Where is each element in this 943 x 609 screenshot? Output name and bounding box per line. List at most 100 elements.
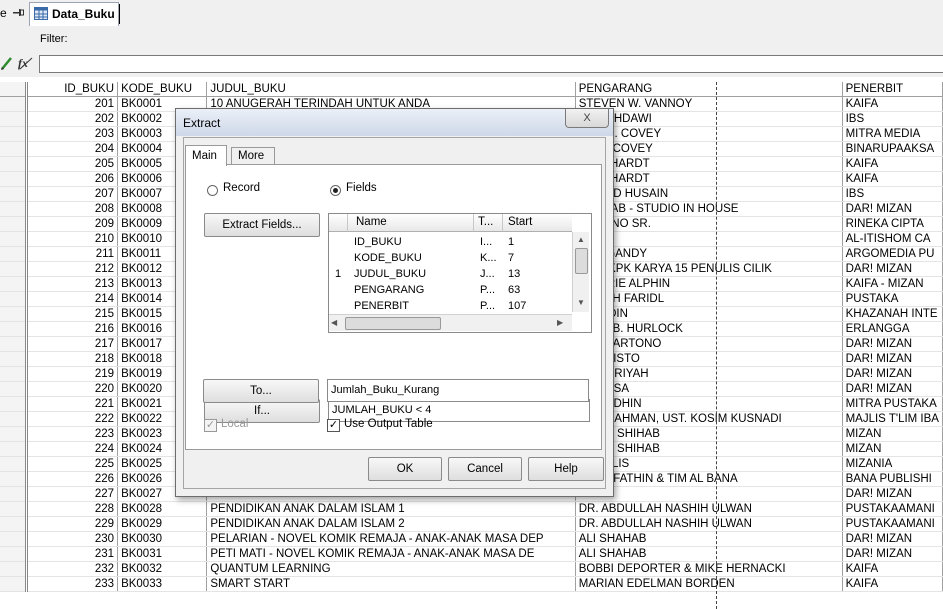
- cell-penerbit[interactable]: DAR! MIZAN: [842, 486, 943, 502]
- tab-more[interactable]: More: [231, 147, 275, 165]
- row-header[interactable]: [0, 231, 28, 247]
- row-header[interactable]: [0, 516, 28, 532]
- row-header[interactable]: [0, 246, 28, 262]
- cell-pengarang[interactable]: Y HURRIYAH: [575, 366, 843, 382]
- cell-penerbit[interactable]: DAR! MIZAN: [842, 531, 943, 547]
- row-header[interactable]: [0, 111, 28, 127]
- to-table-field[interactable]: Jumlah_Buku_Kurang: [327, 379, 589, 402]
- cell-penerbit[interactable]: ERLANGGA: [842, 321, 943, 337]
- vertical-scroll-thumb[interactable]: [575, 248, 588, 274]
- cell-pengarang[interactable]: AN ARISTO: [575, 351, 843, 367]
- table-row[interactable]: 231 BK0031 PETI MATI - NOVEL KOMIK REMAJA …: [0, 546, 943, 562]
- row-header[interactable]: [0, 216, 28, 232]
- cell-kode-buku[interactable]: BK0030: [117, 531, 208, 547]
- cell-pengarang[interactable]: SHAHAB - STUDIO IN HOUSE: [575, 201, 843, 217]
- row-header[interactable]: [0, 306, 28, 322]
- row-header[interactable]: [0, 396, 28, 412]
- cell-judul-buku[interactable]: PENDIDIKAN ANAK DALAM ISLAM 1: [206, 501, 576, 517]
- cell-id-buku[interactable]: 210: [26, 231, 119, 247]
- cell-kode-buku[interactable]: BK0028: [117, 501, 208, 517]
- cell-penerbit[interactable]: KAIFA: [842, 561, 943, 577]
- tab-main[interactable]: Main: [185, 145, 227, 166]
- cell-penerbit[interactable]: DAR! MIZAN: [842, 201, 943, 217]
- cell-pengarang[interactable]: UZIL ADHIN: [575, 396, 843, 412]
- cell-penerbit[interactable]: BANA PUBLISHI: [842, 471, 943, 487]
- cell-id-buku[interactable]: 209: [26, 216, 119, 232]
- cell-id-buku[interactable]: 206: [26, 171, 119, 187]
- cell-kode-buku[interactable]: BK0029: [117, 516, 208, 532]
- cell-id-buku[interactable]: 208: [26, 201, 119, 217]
- column-header-judul-buku[interactable]: JUDUL_BUKU: [206, 82, 576, 97]
- cell-penerbit[interactable]: BINARUPAAKSA: [842, 141, 943, 157]
- edit-filter-icon[interactable]: [0, 55, 14, 71]
- cell-id-buku[interactable]: 223: [26, 426, 119, 442]
- row-header[interactable]: [0, 501, 28, 517]
- fields-listview[interactable]: Name T... Start ID_BUKU I... 1 KODE_BUKU K..…: [328, 213, 592, 333]
- cell-id-buku[interactable]: 207: [26, 186, 119, 202]
- row-header[interactable]: [0, 261, 28, 277]
- cell-id-buku[interactable]: 233: [26, 576, 119, 592]
- cell-penerbit[interactable]: IBS: [842, 186, 943, 202]
- row-header[interactable]: [0, 576, 28, 592]
- cell-pengarang[interactable]: AMMAD HUSAIN: [575, 186, 843, 202]
- cell-penerbit[interactable]: DAR! MIZAN: [842, 351, 943, 367]
- fields-vertical-scrollbar[interactable]: ▲ ▼: [572, 232, 589, 312]
- cell-pengarang[interactable]: ANTO SA: [575, 381, 843, 397]
- use-output-table-checkbox[interactable]: ✓: [327, 419, 340, 432]
- cell-id-buku[interactable]: 217: [26, 336, 119, 352]
- cell-penerbit[interactable]: PUSTAKA: [842, 291, 943, 307]
- cell-id-buku[interactable]: 214: [26, 291, 119, 307]
- row-header[interactable]: [0, 366, 28, 382]
- cell-pengarang[interactable]: DR. ABDULLAH NASHIH ULWAN: [575, 501, 843, 517]
- cell-id-buku[interactable]: 201: [26, 96, 119, 112]
- column-header-id-buku[interactable]: ID_BUKU: [26, 82, 119, 97]
- cell-pengarang[interactable]: RAISH SHIHAB: [575, 426, 843, 442]
- cell-id-buku[interactable]: 231: [26, 546, 119, 562]
- cell-penerbit[interactable]: KAIFA: [842, 171, 943, 187]
- cell-penerbit[interactable]: KAIFA: [842, 576, 943, 592]
- cell-penerbit[interactable]: RINEKA CIPTA: [842, 216, 943, 232]
- previous-tab-label-fragment[interactable]: e: [0, 6, 7, 20]
- cell-pengarang[interactable]: EN R. COVEY: [575, 141, 843, 157]
- ok-button[interactable]: OK: [368, 457, 442, 481]
- cell-kode-buku[interactable]: BK0033: [117, 576, 208, 592]
- horizontal-scroll-thumb[interactable]: [345, 317, 441, 330]
- cell-pengarang[interactable]: AABU FATHIN & TIM AL BANA: [575, 471, 843, 487]
- cell-id-buku[interactable]: 212: [26, 261, 119, 277]
- cell-penerbit[interactable]: MAJLIS T'LIM IBA: [842, 411, 943, 427]
- cell-id-buku[interactable]: 225: [26, 456, 119, 472]
- scroll-right-icon[interactable]: ▶: [557, 317, 567, 329]
- cell-pengarang[interactable]: E MARIE ALPHIN: [575, 276, 843, 292]
- dialog-titlebar[interactable]: [176, 109, 613, 136]
- cell-id-buku[interactable]: 219: [26, 366, 119, 382]
- row-header[interactable]: [0, 531, 28, 547]
- column-header-kode-buku[interactable]: KODE_BUKU: [117, 82, 208, 97]
- cell-penerbit[interactable]: IBS: [842, 111, 943, 127]
- name-column-header[interactable]: Name: [348, 214, 474, 232]
- record-radio[interactable]: [207, 185, 218, 196]
- cell-pengarang[interactable]: MIFTAH FARIDL: [575, 291, 843, 307]
- cell-pengarang[interactable]: DR. ABDULLAH NASHIH ULWAN: [575, 516, 843, 532]
- row-header[interactable]: [0, 381, 28, 397]
- row-header[interactable]: [0, 201, 28, 217]
- scroll-up-icon[interactable]: ▲: [576, 235, 586, 245]
- cell-penerbit[interactable]: DAR! MIZAN: [842, 366, 943, 382]
- cell-id-buku[interactable]: 227: [26, 486, 119, 502]
- cell-penerbit[interactable]: MITRA PUSTAKA: [842, 396, 943, 412]
- row-header[interactable]: [0, 336, 28, 352]
- cell-pengarang[interactable]: N SUGANDY: [575, 246, 843, 262]
- cell-pengarang[interactable]: AL-MAHDAWI: [575, 111, 843, 127]
- filter-input[interactable]: [39, 55, 943, 73]
- extract-fields-button[interactable]: Extract Fields...: [204, 213, 320, 237]
- row-header[interactable]: [0, 321, 28, 337]
- cell-penerbit[interactable]: PUSTAKAAMANI: [842, 501, 943, 517]
- row-header[interactable]: [0, 546, 28, 562]
- row-header[interactable]: [0, 486, 28, 502]
- cell-pengarang[interactable]: MIRUDIN: [575, 306, 843, 322]
- close-button[interactable]: X: [565, 109, 609, 128]
- cell-kode-buku[interactable]: BK0032: [117, 561, 208, 577]
- type-column-header[interactable]: T...: [474, 214, 503, 232]
- cell-id-buku[interactable]: 222: [26, 411, 119, 427]
- cell-judul-buku[interactable]: QUANTUM LEARNING: [206, 561, 576, 577]
- row-header[interactable]: [0, 186, 28, 202]
